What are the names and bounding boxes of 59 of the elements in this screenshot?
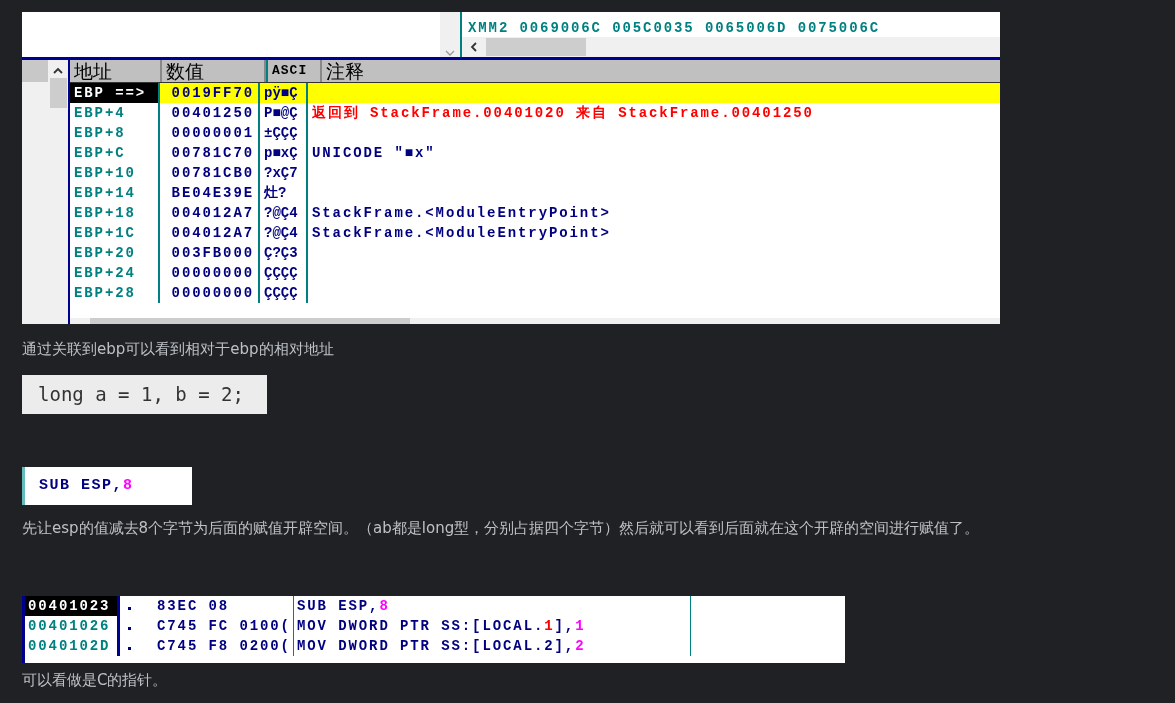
ascii-cell: p■xÇ [258,143,306,163]
address-cell-text: 0040102D [27,637,112,656]
caption-text: 先让esp的值减去8个字节为后面的赋值开辟空间。（ab都是long型，分别占据四个字节）然后就可以看到后面就在这个开辟的空间进行赋值了。 [22,519,981,538]
ascii-cell: ÇÇÇÇ [258,263,306,283]
comment-text: 返回到 StackFrame.00401020 来自 StackFrame.00401250 [312,105,814,121]
comment-text: StackFrame.<ModuleEntryPoint> [312,225,611,241]
scrollbar-thumb[interactable] [49,78,67,108]
address-cell: 00401023 [25,596,117,616]
ascii-cell: ?@Ç4 [258,203,306,223]
ascii-cell: ±ÇÇÇ [258,123,306,143]
instruction-cell: MOV DWORD PTR SS:[LOCAL.1],1 [293,616,691,636]
address-cell-text: 00401026 [27,617,112,636]
address-cell-text: EBP+18 [73,204,137,223]
ascii-cell: pÿ■Ç [258,83,306,103]
ascii-cell: ?xÇ7 [258,163,306,183]
address-cell-text: EBP+10 [73,164,137,183]
caption-text: 可以看做是C的指针。 [22,671,169,690]
caption-text: 通过关联到ebp可以看到相对于ebp的相对地址 [22,340,335,359]
hex-cell-text: C745 F8 0200( [156,637,292,656]
value-cell: 00781CB0 [158,163,258,183]
value-cell: 004012A7 [158,223,258,243]
hex-cell-text: C745 FC 0100( [156,617,292,636]
value-cell: 004012A7 [158,203,258,223]
value-cell: 00401250 [158,103,258,123]
scrollbar-thumb[interactable] [486,38,586,56]
address-cell-text: EBP+24 [73,264,137,283]
ascii-cell: Ç?Ç3 [258,243,306,263]
instruction-cell: MOV DWORD PTR SS:[LOCAL.2],2 [293,636,691,656]
scroll-left-icon[interactable] [468,41,480,53]
column-header[interactable]: 注释 [322,60,1000,82]
value-cell: 00000000 [158,283,258,303]
ascii-cell: 灶? [258,183,306,203]
value-cell: 0019FF70 [158,83,258,103]
address-cell-text: EBP+28 [73,284,137,303]
value-cell: BE04E39E [158,183,258,203]
instruction-snippet: SUB ESP,8 [22,467,192,505]
code-snippet: long a = 1, b = 2; [22,375,267,414]
comment-text: UNICODE "■x" [312,145,436,161]
value-cell: 00781C70 [158,143,258,163]
ascii-cell: ?@Ç4 [258,223,306,243]
scroll-up-icon[interactable] [52,66,64,76]
address-cell-text: EBP+14 [73,184,137,203]
scrollbar-thumb[interactable] [90,318,410,324]
hex-cell-text: 83EC 08 [156,597,231,616]
address-cell-text: EBP+20 [73,244,137,263]
scroll-down-icon[interactable] [445,49,455,57]
comment-text: StackFrame.<ModuleEntryPoint> [312,205,611,221]
instruction-cell: SUB ESP,8 [293,596,691,616]
address-cell-text: EBP+4 [73,104,127,123]
address-cell: EBP ==> [70,83,158,103]
address-cell-text: EBP+8 [73,124,127,143]
value-cell: 00000000 [158,263,258,283]
address-cell-text: EBP+C [73,144,127,163]
register-line: XMM2 0069006C 005C0035 0065006D 0075006C [467,19,882,37]
value-cell: 003FB000 [158,243,258,263]
address-cell-text: EBP+1C [73,224,137,243]
value-cell: 00000001 [158,123,258,143]
ascii-cell: ÇÇÇÇ [258,283,306,303]
ascii-cell: P■@Ç [258,103,306,123]
